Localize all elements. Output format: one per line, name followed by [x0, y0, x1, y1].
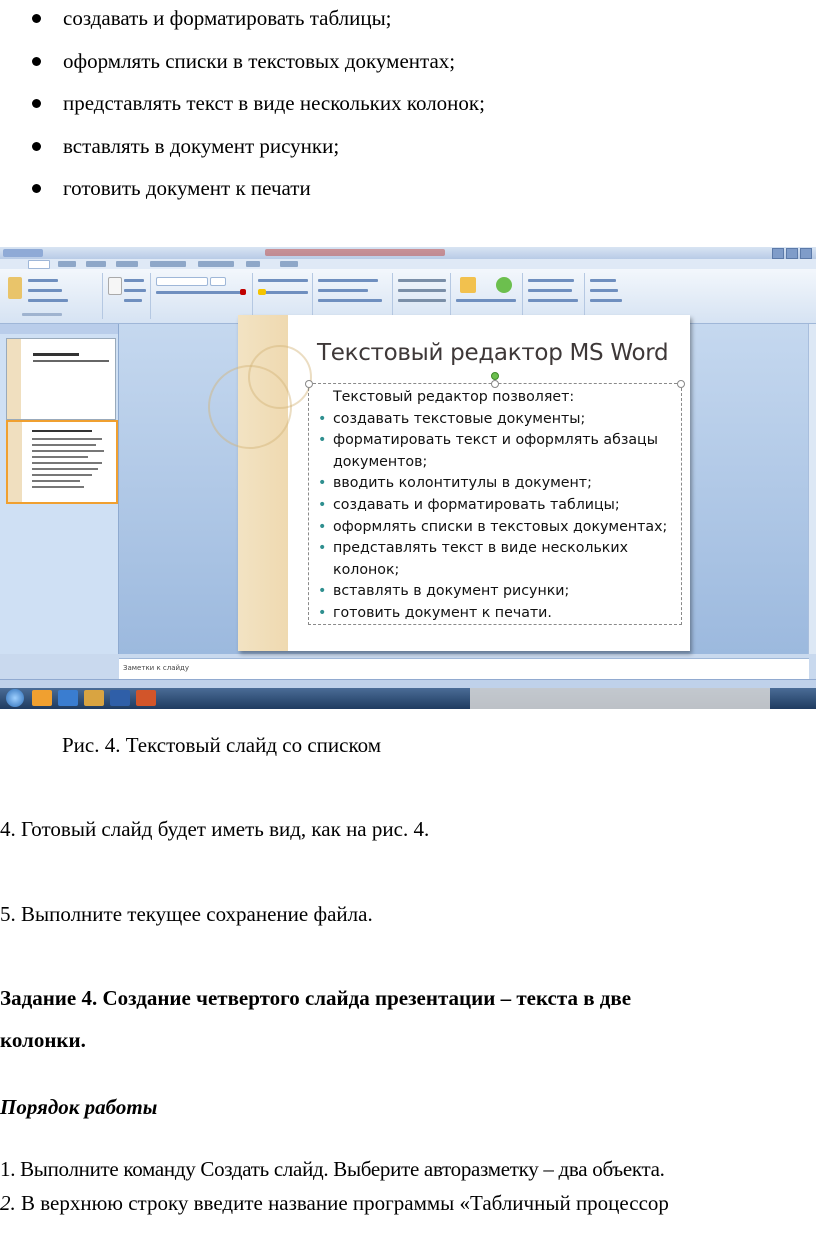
maximize-icon [786, 248, 798, 259]
ribbon-tab [280, 261, 298, 267]
slide-bullet: вводить колонтитулы в документ; [316, 473, 667, 495]
taskbar-app-icon[interactable] [84, 690, 104, 706]
taskbar-app-icon[interactable] [32, 690, 52, 706]
bullet-item: готовить документ к печати [26, 170, 485, 213]
ribbon-tab [58, 261, 76, 267]
ribbon-tab [28, 260, 50, 269]
ribbon-tab [86, 261, 106, 267]
ribbon-group-clipboard [2, 273, 103, 319]
paragraph-step-4: 4. Готовый слайд будет иметь вид, как на… [0, 817, 430, 841]
vertical-scrollbar[interactable] [808, 324, 816, 654]
ribbon-tab [150, 261, 186, 267]
ribbon-tabs [0, 259, 816, 269]
notes-pane[interactable]: Заметки к слайду [119, 658, 809, 679]
bullet-item: создавать и форматировать таблицы; [26, 0, 485, 43]
taskbar-app-icon[interactable] [58, 690, 78, 706]
ribbon-group-font [152, 273, 253, 319]
figure-caption: Рис. 4. Текстовый слайд со списком [62, 733, 382, 757]
slide-bullet: создавать и форматировать таблицы; [316, 495, 667, 517]
procedure-heading: Порядок работы [0, 1095, 158, 1119]
slide-bullet: вставлять в документ рисунки; [316, 581, 667, 603]
start-button-icon[interactable] [6, 689, 24, 707]
status-bar [0, 679, 816, 688]
ribbon-tab [246, 261, 260, 267]
clock [782, 692, 808, 704]
ribbon-group-styles [524, 273, 585, 319]
ribbon-group-arrange [452, 273, 523, 319]
powerpoint-screenshot: Текстовый редактор MS Word Текстовый ред… [0, 247, 816, 709]
ribbon-group-shapes [394, 273, 451, 319]
resize-handle[interactable] [305, 380, 313, 388]
rotate-handle[interactable] [491, 372, 499, 380]
slides-pane [0, 324, 119, 654]
slide-decor-band [208, 315, 312, 651]
slide-bullet: оформлять списки в текстовых документах; [316, 517, 667, 539]
ribbon-group-paragraph [254, 273, 313, 319]
slides-pane-tabs [0, 324, 118, 334]
step-2-text: В верхнюю строку введите название програ… [15, 1191, 669, 1215]
ribbon-group-editing [586, 273, 630, 319]
bullet-dot-icon [32, 14, 41, 23]
slide-bullet: представлять текст в виде нескольких [316, 538, 667, 560]
close-icon [800, 248, 812, 259]
task-heading-line-2: колонки. [0, 1028, 86, 1052]
bullet-dot-icon [32, 184, 41, 193]
slide-thumbnail-1[interactable] [6, 338, 116, 420]
slide-thumbnail-2[interactable] [6, 420, 118, 504]
taskbar-app-icon[interactable] [110, 690, 130, 706]
quick-access-toolbar [3, 249, 43, 257]
minimize-icon [772, 248, 784, 259]
slide-bullet: готовить документ к печати. [316, 603, 667, 625]
task-heading-line-1: Задание 4. Создание четвертого слайда пр… [0, 986, 632, 1010]
bullet-item: представлять текст в виде нескольких кол… [26, 85, 485, 128]
slide-bullet: создавать текстовые документы; [316, 409, 667, 431]
bullet-dot-icon [32, 99, 41, 108]
slide-bullet-continuation: документов; [333, 453, 428, 470]
slide-title[interactable]: Текстовый редактор MS Word [317, 340, 669, 366]
bullet-item: оформлять списки в текстовых документах; [26, 43, 485, 86]
bullet-dot-icon [32, 56, 41, 66]
ribbon-tab [116, 261, 138, 267]
ribbon-group-text-direction [314, 273, 393, 319]
overlay-document-fragment [470, 688, 770, 709]
step-1: 1. Выполните команду Создать слайд. Выбе… [0, 1157, 665, 1181]
ribbon-tab [198, 261, 234, 267]
ribbon-group-slides [104, 273, 151, 319]
window-titlebar [0, 247, 816, 259]
step-2-number: 2. [0, 1191, 16, 1215]
bullet-item: вставлять в документ рисунки; [26, 128, 485, 171]
bullet-list: создавать и форматировать таблицы; оформ… [26, 0, 485, 213]
bullet-dot-icon [32, 141, 41, 151]
window-title [265, 249, 445, 256]
taskbar [0, 688, 816, 709]
paragraph-step-5: 5. Выполните текущее сохранение файла. [0, 902, 373, 926]
resize-handle[interactable] [677, 380, 685, 388]
window-controls [772, 248, 812, 259]
slide-bullet: форматировать текст и оформлять абзацы [316, 430, 667, 452]
slide-bullet-continuation: колонок; [333, 561, 400, 578]
slide-body: Текстовый редактор позволяет: создавать … [316, 387, 667, 625]
taskbar-app-icon[interactable] [136, 690, 156, 706]
slide-canvas: Текстовый редактор MS Word Текстовый ред… [208, 315, 690, 651]
notes-placeholder: Заметки к слайду [123, 664, 190, 672]
slide-intro: Текстовый редактор позволяет: [333, 389, 575, 405]
step-2: 2. В верхнюю строку введите название про… [0, 1191, 669, 1216]
